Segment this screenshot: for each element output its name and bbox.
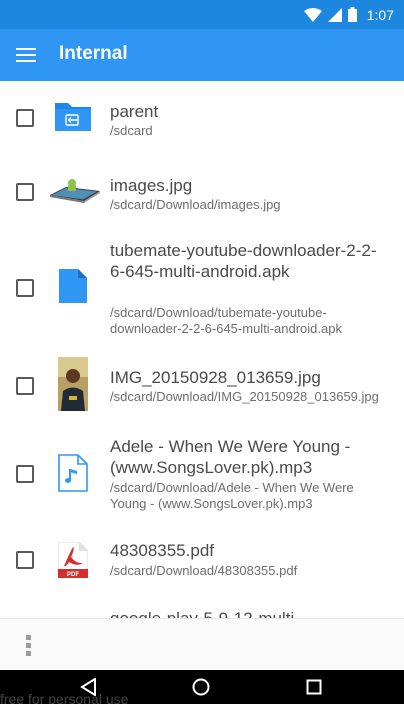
- file-name: tubemate-youtube-downloader-2-2-6-645-mu…: [110, 241, 377, 281]
- file-name: 48308355.pdf: [110, 541, 214, 560]
- overflow-menu-button[interactable]: [16, 629, 40, 661]
- file-name: google-play-5-9-12-multi: [110, 608, 386, 618]
- row-checkbox[interactable]: [16, 465, 34, 483]
- file-row[interactable]: tubemate-youtube-downloader-2-2-6-645-mu…: [0, 225, 404, 349]
- file-row[interactable]: google-play-5-9-12-multi: [0, 603, 404, 618]
- recents-icon: [306, 679, 322, 695]
- file-path: /sdcard: [110, 123, 153, 138]
- file-row[interactable]: PDF 48308355.pdf /sdcard/Download/483083…: [0, 533, 404, 603]
- dot-icon: [25, 642, 31, 648]
- file-name: IMG_20150928_013659.jpg: [110, 368, 321, 387]
- row-checkbox[interactable]: [16, 551, 34, 569]
- app-bar: Internal: [0, 29, 404, 81]
- file-path: /sdcard/Download/Adele - When We Were Yo…: [110, 480, 354, 511]
- file-row[interactable]: Adele - When We Were Young - (www.SongsL…: [0, 425, 404, 533]
- row-checkbox[interactable]: [16, 377, 34, 395]
- file-icon: [59, 269, 87, 303]
- row-checkbox[interactable]: [16, 183, 34, 201]
- photo-thumbnail: [58, 357, 88, 411]
- file-path: /sdcard/Download/images.jpg: [110, 197, 281, 212]
- status-time: 1:07: [366, 6, 394, 23]
- dot-icon: [25, 650, 31, 656]
- status-icons: 1:07: [303, 4, 394, 25]
- file-row[interactable]: IMG_20150928_013659.jpg /sdcard/Download…: [0, 349, 404, 425]
- file-row[interactable]: images.jpg /sdcard/Download/images.jpg: [0, 155, 404, 225]
- row-checkbox[interactable]: [16, 279, 34, 297]
- file-list[interactable]: parent /sdcard images.jpg /sdcard/Downlo…: [0, 81, 404, 618]
- svg-text:PDF: PDF: [67, 572, 79, 578]
- file-path: /sdcard/Download/tubemate-youtube-downlo…: [110, 305, 342, 336]
- recents-button[interactable]: [303, 677, 325, 697]
- audio-file-icon: [58, 454, 88, 492]
- home-button[interactable]: [190, 677, 212, 697]
- file-name: images.jpg: [110, 176, 193, 195]
- file-name: parent: [110, 102, 159, 121]
- signal-icon: [327, 7, 342, 22]
- home-icon: [192, 678, 210, 696]
- pdf-file-icon: PDF: [58, 542, 88, 578]
- watermark-text: free for personal use: [0, 691, 129, 704]
- file-name: Adele - When We Were Young - (www.SongsL…: [110, 437, 351, 477]
- wifi-icon: [303, 7, 322, 22]
- file-path: /sdcard/Download/IMG_20150928_013659.jpg: [110, 389, 379, 404]
- hamburger-menu-icon: [16, 48, 36, 62]
- image-thumbnail: [50, 179, 100, 203]
- status-bar: 1:07: [0, 0, 404, 29]
- battery-icon: [347, 7, 357, 22]
- folder-icon: [55, 103, 91, 131]
- dot-icon: [25, 634, 31, 640]
- file-path: /sdcard/Download/48308355.pdf: [110, 563, 298, 578]
- file-row[interactable]: parent /sdcard: [0, 81, 404, 155]
- menu-button[interactable]: [12, 41, 40, 69]
- row-checkbox[interactable]: [16, 109, 34, 127]
- bottom-action-bar: [0, 618, 404, 670]
- page-title: Internal: [59, 43, 128, 64]
